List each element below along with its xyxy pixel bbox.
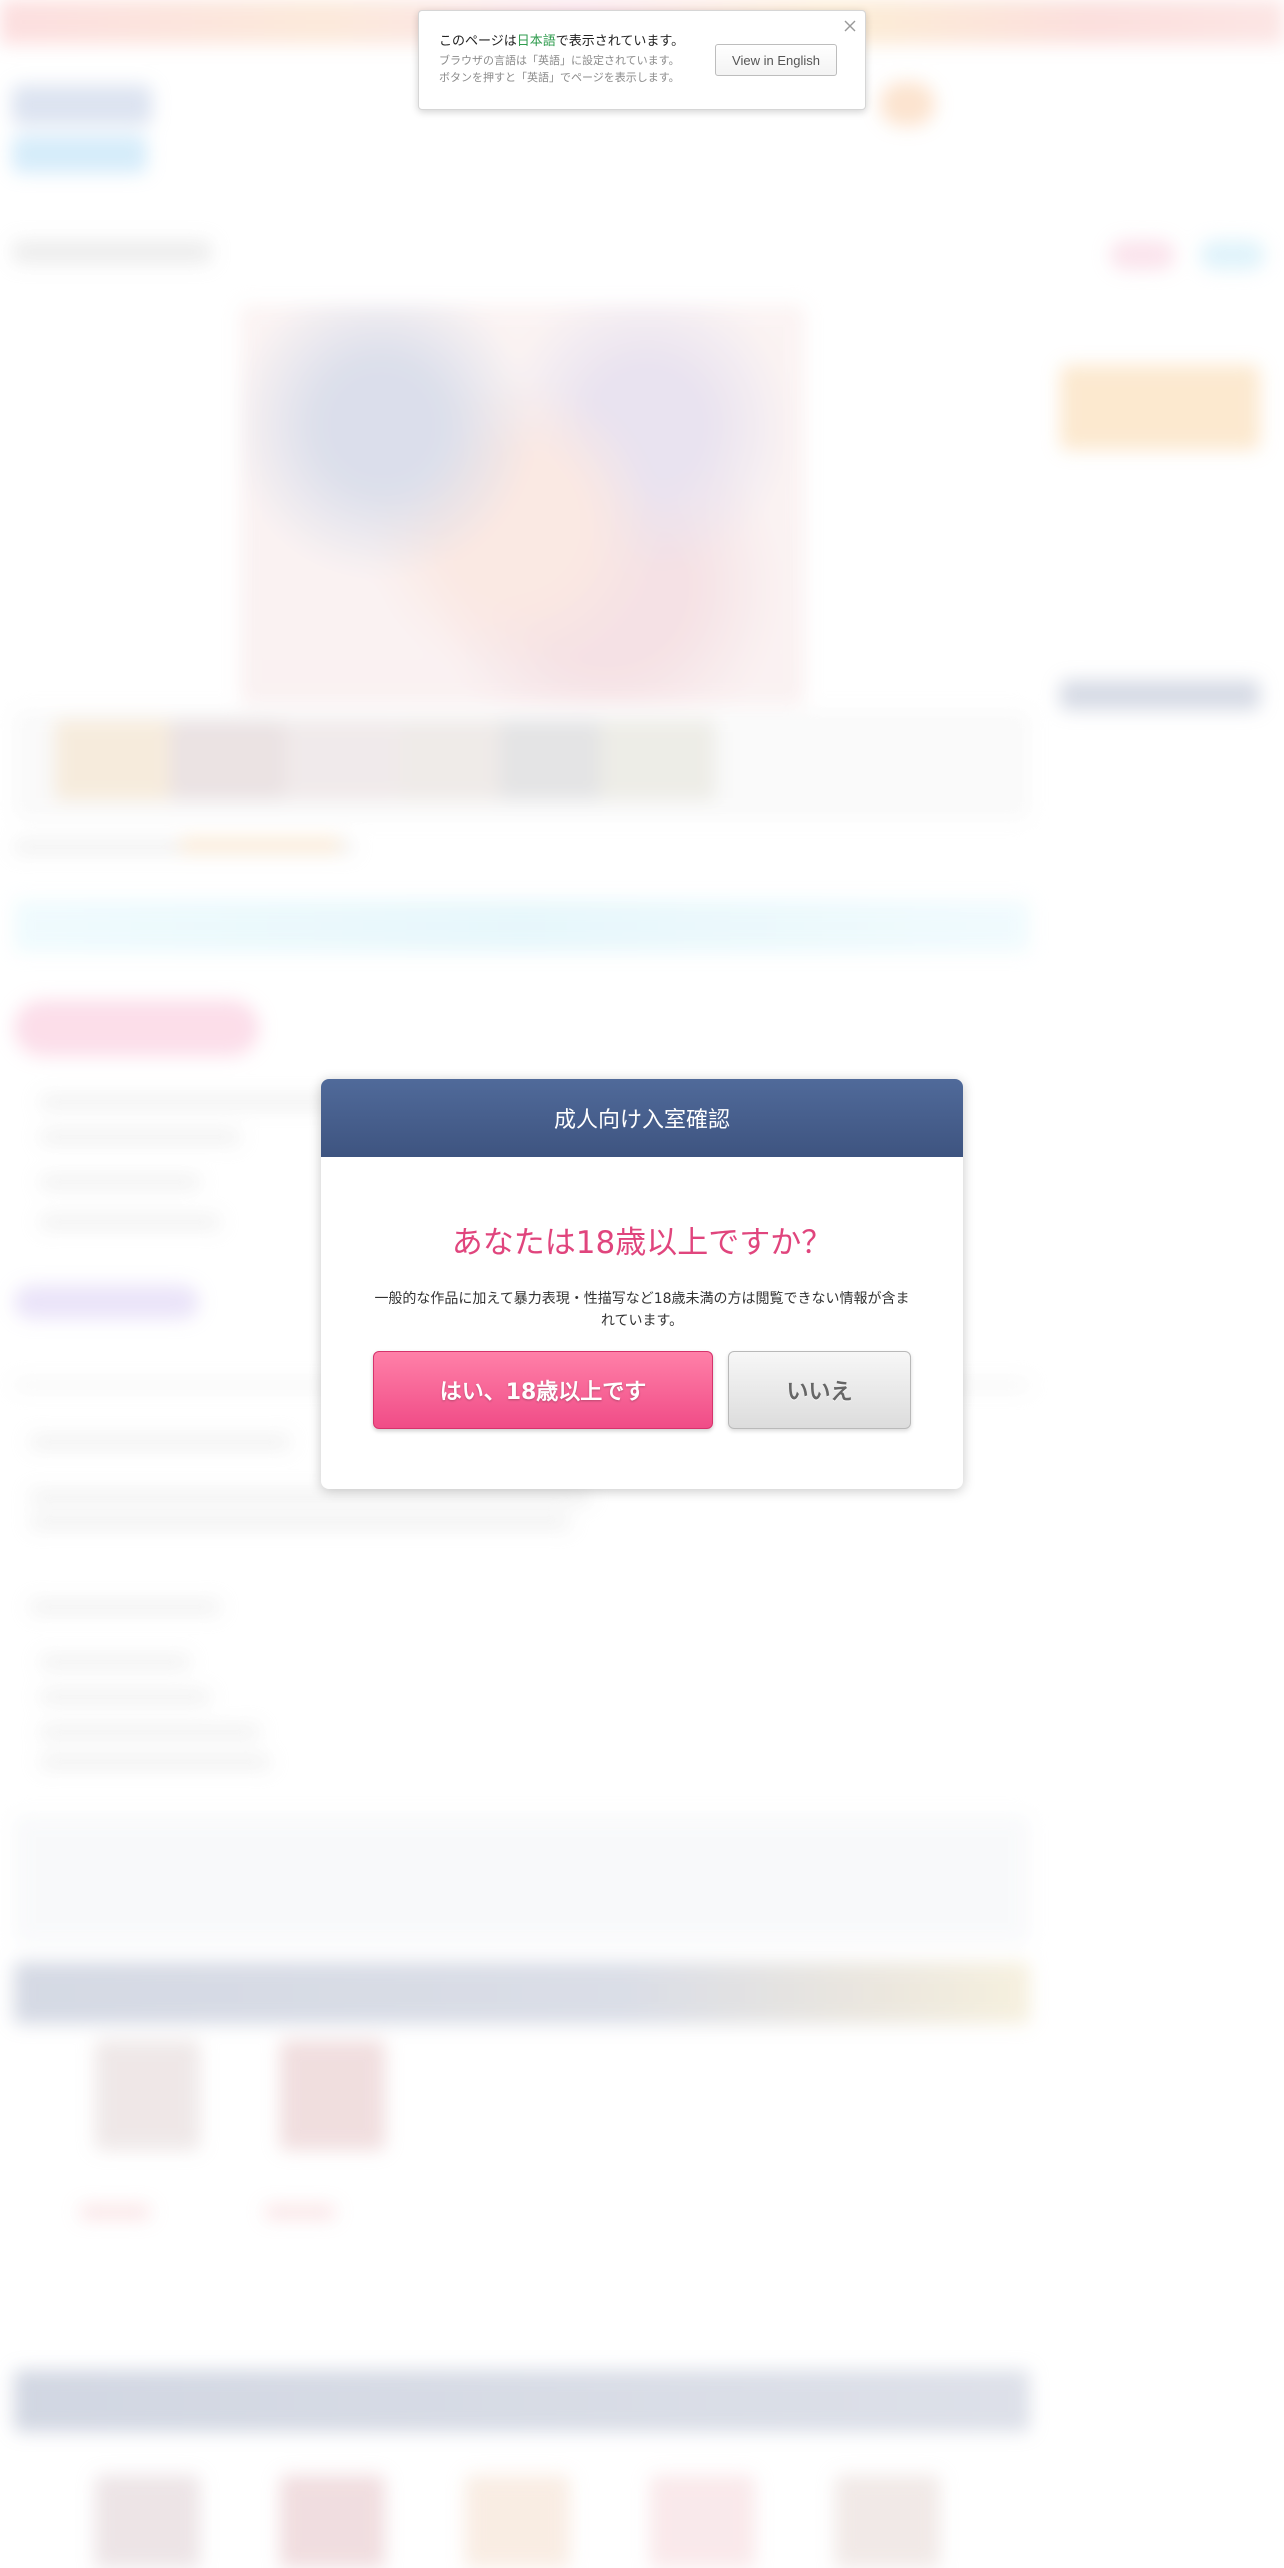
view-in-english-button[interactable]: View in English <box>715 44 837 76</box>
age-description: 一般的な作品に加えて暴力表現・性描写など18歳未満の方は閲覧できない情報が含まれ… <box>374 1291 910 1329</box>
language-message-suffix: で表示されています。 <box>555 34 685 49</box>
language-notice-text: このページは日本語で表示されています。 ブラウザの言語は「英語」に設定されていま… <box>439 33 719 85</box>
close-icon[interactable] <box>839 15 861 37</box>
decline-label: いいえ <box>786 1380 853 1405</box>
modal-title: 成人向け入室確認 <box>553 1108 730 1133</box>
language-notice: このページは日本語で表示されています。 ブラウザの言語は「英語」に設定されていま… <box>418 10 866 110</box>
language-sub-line: ボタンを押すと「英語」でページを表示します。 <box>439 71 680 84</box>
language-message: このページは日本語で表示されています。 <box>439 33 719 51</box>
language-name: 日本語 <box>516 34 556 49</box>
language-message-prefix: このページは <box>439 34 517 49</box>
language-sub-line: ブラウザの言語は「英語」に設定されています。 <box>439 54 680 67</box>
age-confirmation-modal: 成人向け入室確認 あなたは18歳以上ですか？ 一般的な作品に加えて暴力表現・性描… <box>321 1079 963 1489</box>
decline-button[interactable]: いいえ <box>728 1351 911 1429</box>
confirm-adult-button[interactable]: はい、18歳以上です <box>373 1351 713 1429</box>
age-question: あなたは18歳以上ですか？ <box>451 1225 833 1261</box>
confirm-adult-label: はい、18歳以上です <box>439 1380 647 1405</box>
modal-header: 成人向け入室確認 <box>321 1079 963 1157</box>
